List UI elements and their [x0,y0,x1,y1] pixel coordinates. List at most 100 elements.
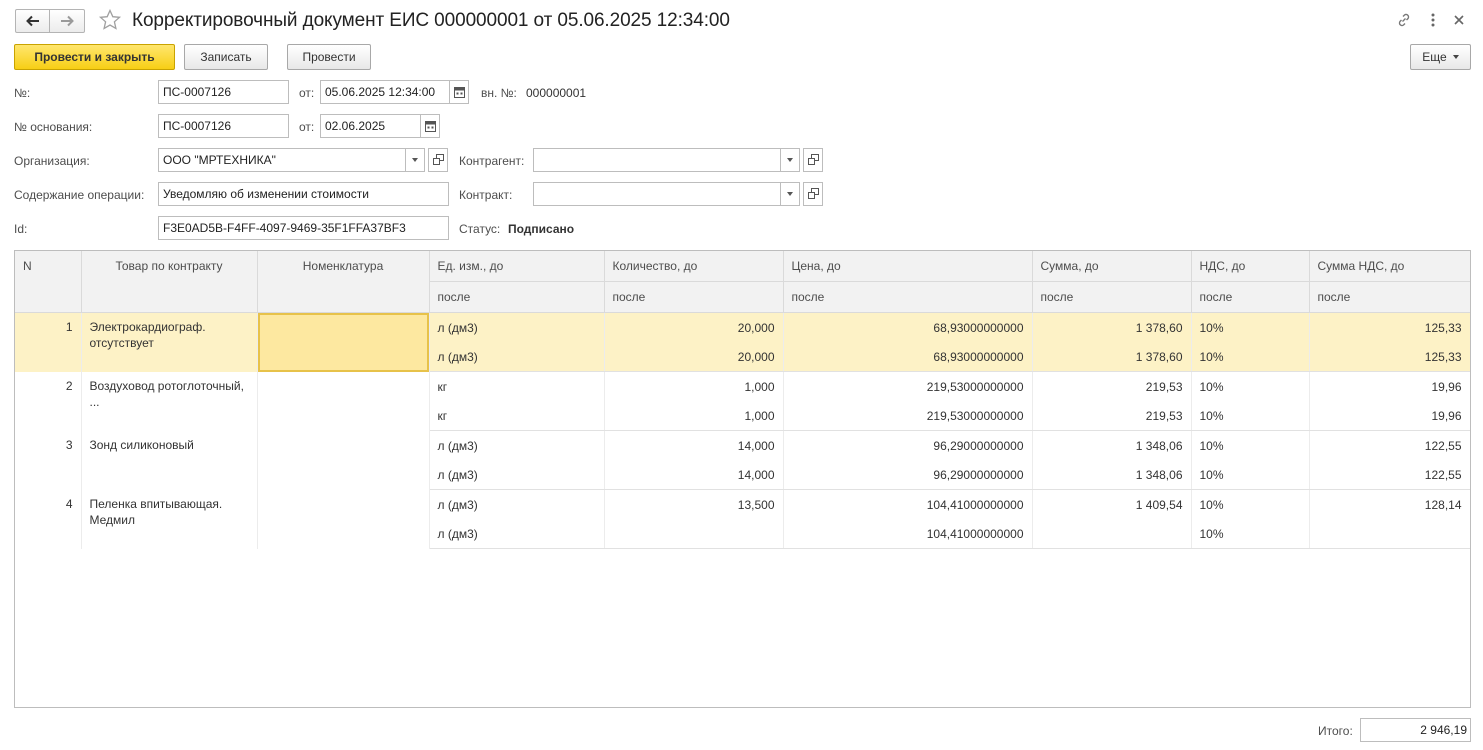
cell-sum-after[interactable] [1032,519,1192,549]
counterparty-field[interactable] [533,148,781,172]
row-nomenclature-cell[interactable] [257,489,430,549]
cell-vat-after[interactable]: 10% [1191,460,1310,490]
counterparty-open-button[interactable] [803,148,823,172]
basis-date-picker-button[interactable] [420,114,440,138]
cell-sum-before[interactable]: 1 348,06 [1032,430,1192,460]
cell-price-after[interactable]: 104,41000000000 [783,519,1033,549]
col-header-qty-before[interactable]: Количество, до [604,251,784,282]
col-header-vat-before[interactable]: НДС, до [1191,251,1310,282]
cell-price-before[interactable]: 219,53000000000 [783,371,1033,401]
col-header-vat-sum-before[interactable]: Сумма НДС, до [1309,251,1470,282]
cell-qty-before[interactable]: 13,500 [604,489,784,519]
contract-field[interactable] [533,182,781,206]
cell-unit-before[interactable]: л (дм3) [429,489,605,519]
cell-unit-after[interactable]: л (дм3) [429,519,605,549]
table-row[interactable]: 1 Электрокардиограф. отсутствует л (дм3)… [15,312,1470,372]
cell-qty-after[interactable]: 20,000 [604,342,784,372]
row-product[interactable]: Пеленка впитывающая. Медмил [81,489,258,549]
cell-vat-before[interactable]: 10% [1191,489,1310,519]
cell-sum-before[interactable]: 219,53 [1032,371,1192,401]
cell-unit-after[interactable]: л (дм3) [429,342,605,372]
organization-open-button[interactable] [428,148,448,172]
save-button[interactable]: Записать [184,44,268,70]
cell-qty-before[interactable]: 1,000 [604,371,784,401]
cell-vat-after[interactable]: 10% [1191,519,1310,549]
items-table[interactable]: N Товар по контракту Номенклатура Ед. из… [14,250,1471,708]
more-button[interactable]: Еще [1410,44,1471,70]
row-product[interactable]: Зонд силиконовый [81,430,258,490]
table-row[interactable]: 2 Воздуховод ротоглоточный, ... кг 1,000… [15,371,1470,431]
cell-vat-sum-before[interactable]: 19,96 [1309,371,1470,401]
link-icon[interactable] [1396,12,1412,28]
cell-vat-sum-before[interactable]: 122,55 [1309,430,1470,460]
row-product[interactable]: Воздуховод ротоглоточный, ... [81,371,258,431]
close-icon[interactable] [1451,12,1467,28]
cell-unit-before[interactable]: кг [429,371,605,401]
cell-unit-before[interactable]: л (дм3) [429,312,605,342]
post-button[interactable]: Провести [287,44,371,70]
row-product[interactable]: Электрокардиограф. отсутствует [81,312,258,372]
cell-price-before[interactable]: 104,41000000000 [783,489,1033,519]
cell-vat-sum-before[interactable]: 125,33 [1309,312,1470,342]
row-nomenclature-cell[interactable] [257,430,430,490]
organization-field[interactable]: ООО "МРТЕХНИКА" [158,148,406,172]
operation-field[interactable]: Уведомляю об изменении стоимости [158,182,449,206]
cell-unit-after[interactable]: кг [429,401,605,431]
cell-vat-before[interactable]: 10% [1191,371,1310,401]
col-header-sum-after[interactable]: после [1032,281,1192,313]
cell-price-after[interactable]: 219,53000000000 [783,401,1033,431]
organization-dropdown-button[interactable] [405,148,425,172]
col-header-unit-after[interactable]: после [429,281,605,313]
cell-vat-before[interactable]: 10% [1191,312,1310,342]
contract-open-button[interactable] [803,182,823,206]
cell-vat-sum-after[interactable]: 19,96 [1309,401,1470,431]
cell-sum-before[interactable]: 1 409,54 [1032,489,1192,519]
row-nomenclature-cell[interactable] [257,312,430,372]
cell-vat-sum-before[interactable]: 128,14 [1309,489,1470,519]
cell-vat-sum-after[interactable]: 125,33 [1309,342,1470,372]
cell-vat-after[interactable]: 10% [1191,342,1310,372]
col-header-n[interactable]: N [15,251,82,313]
date-field[interactable]: 05.06.2025 12:34:00 [320,80,450,104]
col-header-price-after[interactable]: после [783,281,1033,313]
date-picker-button[interactable] [449,80,469,104]
cell-unit-after[interactable]: л (дм3) [429,460,605,490]
col-header-qty-after[interactable]: после [604,281,784,313]
col-header-sum-before[interactable]: Сумма, до [1032,251,1192,282]
basis-number-field[interactable]: ПС-0007126 [158,114,289,138]
cell-sum-before[interactable]: 1 378,60 [1032,312,1192,342]
col-header-nomenclature[interactable]: Номенклатура [257,251,430,313]
table-row[interactable]: 4 Пеленка впитывающая. Медмил л (дм3) 13… [15,489,1470,549]
cell-qty-after[interactable] [604,519,784,549]
counterparty-dropdown-button[interactable] [780,148,800,172]
contract-dropdown-button[interactable] [780,182,800,206]
back-button[interactable] [15,9,50,33]
cell-qty-before[interactable]: 14,000 [604,430,784,460]
cell-vat-sum-after[interactable] [1309,519,1470,549]
cell-sum-after[interactable]: 1 348,06 [1032,460,1192,490]
post-and-close-button[interactable]: Провести и закрыть [14,44,175,70]
id-field[interactable]: F3E0AD5B-F4FF-4097-9469-35F1FFA37BF3 [158,216,449,240]
forward-button[interactable] [50,9,85,33]
col-header-vat-after[interactable]: после [1191,281,1310,313]
cell-vat-sum-after[interactable]: 122,55 [1309,460,1470,490]
cell-sum-after[interactable]: 1 378,60 [1032,342,1192,372]
table-row[interactable]: 3 Зонд силиконовый л (дм3) 14,000 96,290… [15,430,1470,490]
cell-unit-before[interactable]: л (дм3) [429,430,605,460]
cell-qty-before[interactable]: 20,000 [604,312,784,342]
col-header-unit-before[interactable]: Ед. изм., до [429,251,605,282]
row-nomenclature-cell[interactable] [257,371,430,431]
cell-vat-before[interactable]: 10% [1191,430,1310,460]
cell-price-after[interactable]: 96,29000000000 [783,460,1033,490]
star-icon[interactable] [98,8,122,32]
cell-price-after[interactable]: 68,93000000000 [783,342,1033,372]
col-header-contract-product[interactable]: Товар по контракту [81,251,258,313]
col-header-vat-sum-after[interactable]: после [1309,281,1470,313]
basis-date-field[interactable]: 02.06.2025 [320,114,421,138]
cell-price-before[interactable]: 96,29000000000 [783,430,1033,460]
col-header-price-before[interactable]: Цена, до [783,251,1033,282]
cell-qty-after[interactable]: 14,000 [604,460,784,490]
cell-qty-after[interactable]: 1,000 [604,401,784,431]
number-field[interactable]: ПС-0007126 [158,80,289,104]
cell-sum-after[interactable]: 219,53 [1032,401,1192,431]
